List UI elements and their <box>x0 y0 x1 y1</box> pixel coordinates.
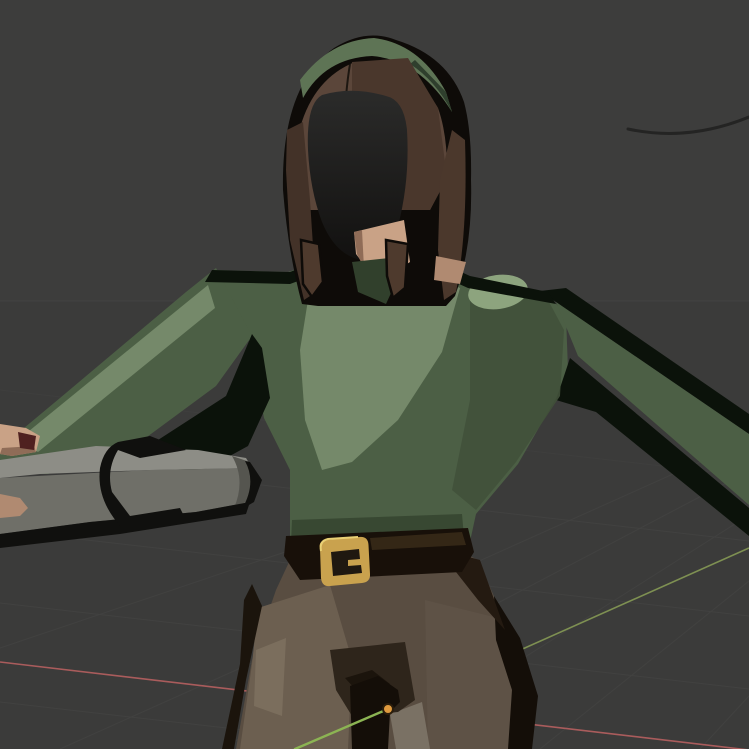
viewport-canvas[interactable] <box>0 0 749 749</box>
viewport-3d[interactable] <box>0 0 749 749</box>
left-thigh-lighter <box>254 638 286 716</box>
head <box>283 36 471 307</box>
origin-dot[interactable] <box>383 704 393 714</box>
